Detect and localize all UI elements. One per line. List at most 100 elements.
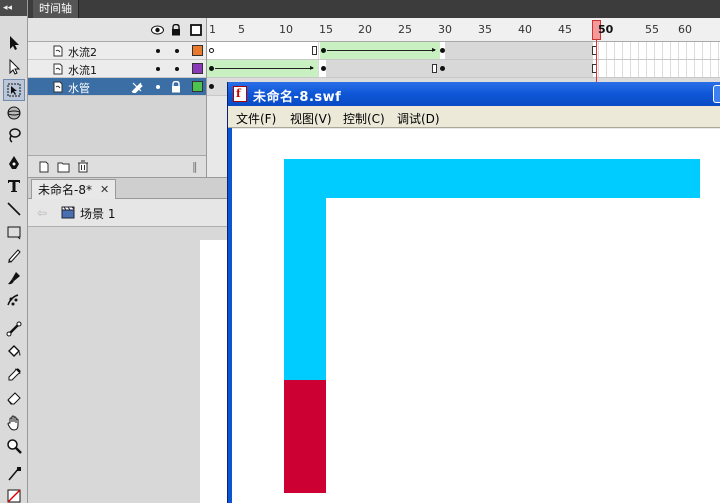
current-frame-label: 50 <box>598 23 614 36</box>
frame-ruler[interactable]: 1 5 10 15 20 25 30 35 40 45 55 60 50 <box>207 18 720 42</box>
empty-keyframe[interactable] <box>209 48 214 53</box>
menu-debug[interactable]: 调试(D) <box>397 110 440 127</box>
ruler-label: 55 <box>645 23 659 36</box>
outline-all-icon[interactable] <box>189 23 203 37</box>
lasso-tool-icon[interactable] <box>3 124 25 146</box>
visibility-dot[interactable] <box>156 85 160 89</box>
swf-content <box>232 129 720 503</box>
tween-arrow <box>327 50 435 51</box>
layer-lock-icon[interactable] <box>171 81 181 93</box>
empty-span <box>207 42 318 59</box>
water-block <box>284 380 326 493</box>
free-transform-tool-icon[interactable] <box>3 79 25 101</box>
subselection-tool-icon[interactable] <box>3 56 25 78</box>
keyframe[interactable] <box>321 48 326 53</box>
flash-player-icon: f <box>233 86 247 102</box>
text-tool-icon[interactable] <box>3 175 25 197</box>
span-end-frame[interactable] <box>312 46 317 55</box>
layer-page-icon <box>53 63 63 75</box>
new-folder-icon[interactable] <box>57 161 70 173</box>
layer-name: 水流1 <box>68 64 97 77</box>
layer-footer: ‖ ⫯ <box>28 155 217 177</box>
3d-rotation-tool-icon[interactable] <box>3 102 25 124</box>
arrow-head: ▸ <box>310 63 315 72</box>
visibility-dot[interactable] <box>156 67 160 71</box>
ruler-label: 30 <box>438 23 452 36</box>
scene-clapper-icon <box>61 206 75 219</box>
layer-row[interactable]: 水流2 <box>28 42 206 60</box>
ruler-label: 20 <box>358 23 372 36</box>
rectangle-tool-icon[interactable] <box>3 221 25 243</box>
layer-page-icon <box>53 45 63 57</box>
close-tab-icon[interactable]: ✕ <box>100 183 109 196</box>
bone-tool-icon[interactable] <box>3 318 25 340</box>
arrow-head: ▸ <box>432 45 437 54</box>
document-tab[interactable]: 未命名-8* ✕ <box>31 179 117 199</box>
frame-row[interactable]: ▸ <box>207 60 720 78</box>
ruler-label: 40 <box>518 23 532 36</box>
ruler-label: 45 <box>558 23 572 36</box>
ruler-label: 35 <box>478 23 492 36</box>
pencil-tool-icon[interactable] <box>3 244 25 266</box>
static-span <box>445 42 593 59</box>
lock-dot[interactable] <box>175 67 179 71</box>
stroke-color-icon[interactable] <box>3 463 25 485</box>
stage-canvas[interactable] <box>200 240 230 503</box>
pen-tool-icon[interactable] <box>3 152 25 174</box>
brush-tool-icon[interactable] <box>3 267 25 289</box>
paint-bucket-tool-icon[interactable] <box>3 341 25 363</box>
menu-file[interactable]: 文件(F) <box>236 110 276 127</box>
swf-window-titlebar[interactable]: f 未命名-8.swf <box>228 82 720 106</box>
fill-color-icon[interactable] <box>3 485 25 503</box>
layer-outline-swatch[interactable] <box>192 81 203 92</box>
keyframe[interactable] <box>209 84 214 89</box>
ruler-label: 15 <box>319 23 333 36</box>
scene-label[interactable]: 场景 1 <box>80 205 115 222</box>
tools-panel-collapse[interactable]: ◂◂ <box>0 0 27 16</box>
line-tool-icon[interactable] <box>3 198 25 220</box>
static-span <box>326 60 593 77</box>
timeline-panel-tabbar: 时间轴 <box>28 0 720 18</box>
layer-outline-swatch[interactable] <box>192 63 203 74</box>
layer-name: 水流2 <box>68 46 97 59</box>
menu-view[interactable]: 视图(V) <box>290 110 332 127</box>
ruler-label: 10 <box>279 23 293 36</box>
layer-outline-swatch[interactable] <box>192 45 203 56</box>
tools-panel: ◂◂ <box>0 0 28 503</box>
footer-separator: ‖ <box>192 160 198 173</box>
visibility-dot[interactable] <box>156 49 160 53</box>
swf-player-window: f 未命名-8.swf 文件(F) 视图(V) 控制(C) 调试(D) <box>227 82 720 503</box>
layer-header <box>28 18 206 42</box>
layer-name: 水管 <box>68 82 90 95</box>
ruler-label: 60 <box>678 23 692 36</box>
layer-row-selected[interactable]: 水管 <box>28 78 206 96</box>
pencil-crossed-icon <box>131 82 143 93</box>
ruler-label: 5 <box>238 23 245 36</box>
zoom-tool-icon[interactable] <box>3 435 25 457</box>
back-arrow-icon[interactable]: ⇦ <box>37 206 47 220</box>
timeline-tab[interactable]: 时间轴 <box>33 0 79 18</box>
hand-tool-icon[interactable] <box>3 412 25 434</box>
frame-row[interactable]: ▸ <box>207 42 720 60</box>
ruler-label: 1 <box>209 23 216 36</box>
menu-control[interactable]: 控制(C) <box>343 110 385 127</box>
eyedropper-tool-icon[interactable] <box>3 364 25 386</box>
swf-window-title: 未命名-8.swf <box>253 90 342 105</box>
new-layer-icon[interactable] <box>38 161 50 173</box>
selection-tool-icon[interactable] <box>3 32 25 54</box>
keyframe[interactable] <box>209 66 214 71</box>
swf-menubar: 文件(F) 视图(V) 控制(C) 调试(D) <box>228 106 720 128</box>
show-hide-eye-icon[interactable] <box>150 23 164 37</box>
span-end-frame[interactable] <box>432 64 437 73</box>
delete-trash-icon[interactable] <box>77 160 89 173</box>
eraser-tool-icon[interactable] <box>3 387 25 409</box>
keyframe[interactable] <box>440 66 445 71</box>
lock-all-icon[interactable] <box>169 23 183 37</box>
minimize-button[interactable] <box>713 85 720 103</box>
tween-arrow <box>215 68 313 69</box>
deco-tool-icon[interactable] <box>3 290 25 312</box>
pipe-vertical <box>284 198 326 380</box>
document-tab-label: 未命名-8* <box>38 183 92 197</box>
layer-row[interactable]: 水流1 <box>28 60 206 78</box>
lock-dot[interactable] <box>175 49 179 53</box>
